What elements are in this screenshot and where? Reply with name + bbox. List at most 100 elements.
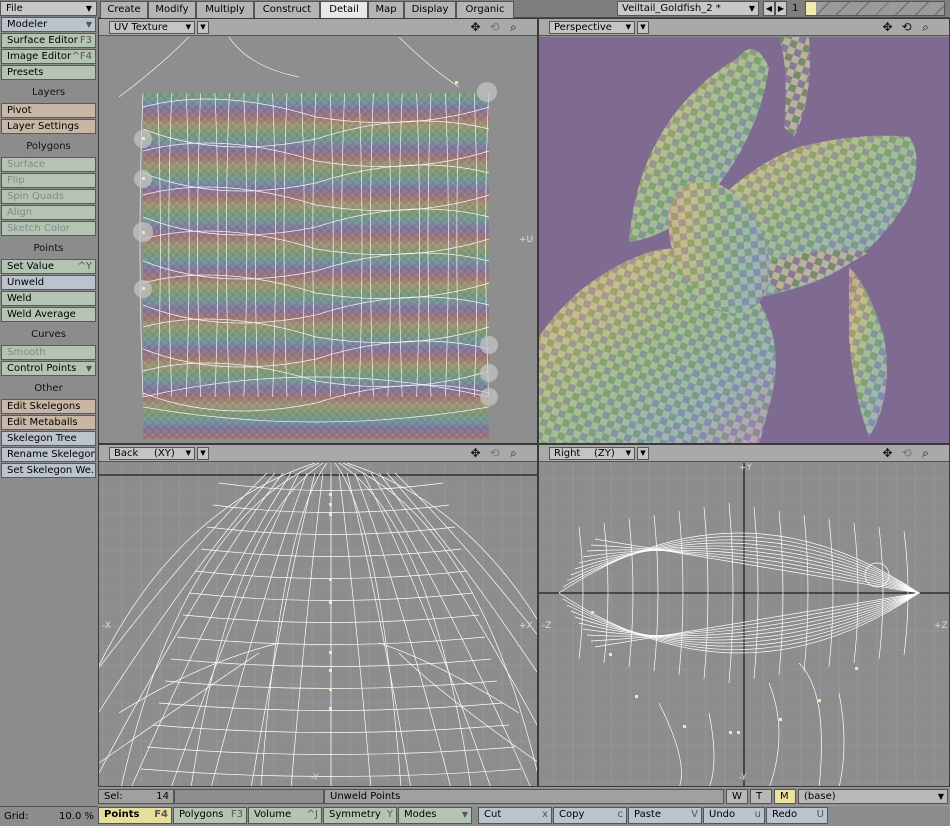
shortcut-label: Y [386,809,393,820]
file-menu[interactable]: File ▼ [0,1,97,16]
active-layer-swatch[interactable] [806,2,816,15]
volume-button[interactable]: Volume ^J [248,807,322,824]
sidebar-item-weld-label: Weld [7,293,32,304]
right-selected-points [591,611,858,734]
chevron-down-icon: ▼ [625,449,631,457]
sel-label: Sel: [104,791,123,802]
sidebar-item-pivot[interactable]: Pivot [1,103,96,118]
layer-prev-button[interactable]: ◀ [763,1,775,16]
tab-detail[interactable]: Detail [320,1,368,18]
viewport-back[interactable]: Back (XY) ▼ ▼ ✥ ⟲ ⌕ -X +X -Y [98,444,538,787]
view-options-dropdown[interactable]: ▼ [637,21,649,34]
viewport-right[interactable]: Right (ZY) ▼ ▼ ✥ ⟲ ⌕ +Y -Z +Z -Y [538,444,950,787]
chevron-down-icon: ▼ [85,364,92,373]
zoom-view-icon[interactable]: ⌕ [918,20,933,35]
tab-modify[interactable]: Modify [148,1,196,18]
chevron-down-icon: ▼ [461,810,468,819]
sidebar-item-skelegon-tree[interactable]: Skelegon Tree [1,431,96,446]
zoom-view-icon[interactable]: ⌕ [506,446,521,461]
wireframe-toggle[interactable]: W [726,789,748,804]
points-button[interactable]: Points F4 [98,807,172,824]
sidebar-item-unweld[interactable]: Unweld [1,275,96,290]
sidebar-item-smooth[interactable]: Smooth [1,345,96,360]
undo-button[interactable]: Undo u [703,807,765,824]
right-canvas[interactable] [539,463,950,787]
view-type-select[interactable]: Perspective ▼ [549,21,635,34]
view-type-select[interactable]: Right (ZY) ▼ [549,447,635,460]
sidebar-item-sketch-color[interactable]: Sketch Color [1,221,96,236]
layer-number: 1 [792,3,799,14]
button-label: Polygons [179,809,224,820]
polygons-button[interactable]: Polygons F3 [173,807,247,824]
view-axes-label: (XY) [154,448,175,459]
chevron-down-icon: ▼ [185,449,191,457]
sidebar-item-edit-skelegons[interactable]: Edit Skelegons [1,399,96,414]
sidebar-item-flip[interactable]: Flip [1,173,96,188]
view-options-dropdown[interactable]: ▼ [197,447,209,460]
rotate-view-icon[interactable]: ⟲ [899,20,914,35]
modes-button[interactable]: Modes ▼ [398,807,472,824]
move-view-icon[interactable]: ✥ [468,446,483,461]
tab-display[interactable]: Display [404,1,456,18]
button-label: Paste [634,809,661,820]
sidebar-item-control-points[interactable]: Control Points ▼ [1,361,96,376]
viewport-header: Back (XY) ▼ ▼ ✥ ⟲ ⌕ [99,445,537,462]
sidebar-item-weld[interactable]: Weld [1,291,96,306]
copy-button[interactable]: Copy c [553,807,627,824]
uv-canvas[interactable] [99,37,538,444]
view-type-select[interactable]: Back (XY) ▼ [109,447,195,460]
tab-construct[interactable]: Construct [254,1,320,18]
move-view-icon[interactable]: ✥ [880,446,895,461]
view-options-dropdown[interactable]: ▼ [637,447,649,460]
sidebar-item-layer-settings[interactable]: Layer Settings [1,119,96,134]
chevron-down-icon: ▼ [748,4,755,13]
view-type-label: Right [554,448,581,459]
layer-next-button[interactable]: ▶ [775,1,787,16]
view-type-select[interactable]: UV Texture ▼ [109,21,195,34]
tab-multiply[interactable]: Multiply [196,1,254,18]
scene-selector[interactable]: Veiltail_Goldfish_2 * ▼ [617,1,759,16]
sidebar-item-flip-label: Flip [7,175,25,186]
viewport-perspective[interactable]: Perspective ▼ ▼ ✥ ⟲ ⌕ [538,18,950,444]
sidebar-item-presets[interactable]: Presets [1,65,96,80]
back-canvas[interactable] [99,463,538,787]
sidebar-item-weld-average[interactable]: Weld Average [1,307,96,322]
mode-toggle[interactable]: M [774,789,796,804]
sidebar-item-pivot-label: Pivot [7,105,32,116]
sidebar-item-spin-quads[interactable]: Spin Quads [1,189,96,204]
sidebar-item-rename-skelegon[interactable]: Rename Skelegon [1,447,96,462]
sidebar-item-set-skelegon-we[interactable]: Set Skelegon We... [1,463,96,478]
view-options-dropdown[interactable]: ▼ [197,21,209,34]
sidebar-item-image-editor[interactable]: Image Editor ^F4 [1,49,96,64]
zoom-view-icon[interactable]: ⌕ [918,446,933,461]
viewport-uv-texture[interactable]: UV Texture ▼ ▼ ✥ ⟲ ⌕ +U [98,18,538,444]
texture-toggle[interactable]: T [750,789,772,804]
shortcut-label: U [816,809,824,820]
rotate-view-icon[interactable]: ⟲ [487,20,502,35]
sidebar-item-edit-metaballs[interactable]: Edit Metaballs [1,415,96,430]
tab-create[interactable]: Create [100,1,148,18]
sidebar-item-set-value[interactable]: Set Value ^Y [1,259,96,274]
tab-map[interactable]: Map [368,1,404,18]
rotate-view-icon[interactable]: ⟲ [899,446,914,461]
sidebar-item-align[interactable]: Align [1,205,96,220]
redo-button[interactable]: Redo U [766,807,828,824]
move-view-icon[interactable]: ✥ [880,20,895,35]
sidebar-item-spin-quads-label: Spin Quads [7,191,64,202]
back-mesh [99,463,537,786]
mode-selector[interactable]: Modeler ▼ [1,17,96,32]
tab-organic[interactable]: Organic [456,1,514,18]
zoom-view-icon[interactable]: ⌕ [506,20,521,35]
layer-bank[interactable] [805,1,945,16]
sidebar-item-surface-editor[interactable]: Surface Editor F3 [1,33,96,48]
symmetry-button[interactable]: Symmetry Y [323,807,397,824]
shortcut-label: ^Y [77,261,93,272]
rotate-view-icon[interactable]: ⟲ [487,446,502,461]
sidebar-item-surface[interactable]: Surface [1,157,96,172]
button-label: Undo [709,809,736,820]
cut-button[interactable]: Cut x [478,807,552,824]
move-view-icon[interactable]: ✥ [468,20,483,35]
layer-selector[interactable]: (base) ▼ [798,789,948,804]
perspective-canvas[interactable] [539,37,950,444]
paste-button[interactable]: Paste V [628,807,702,824]
